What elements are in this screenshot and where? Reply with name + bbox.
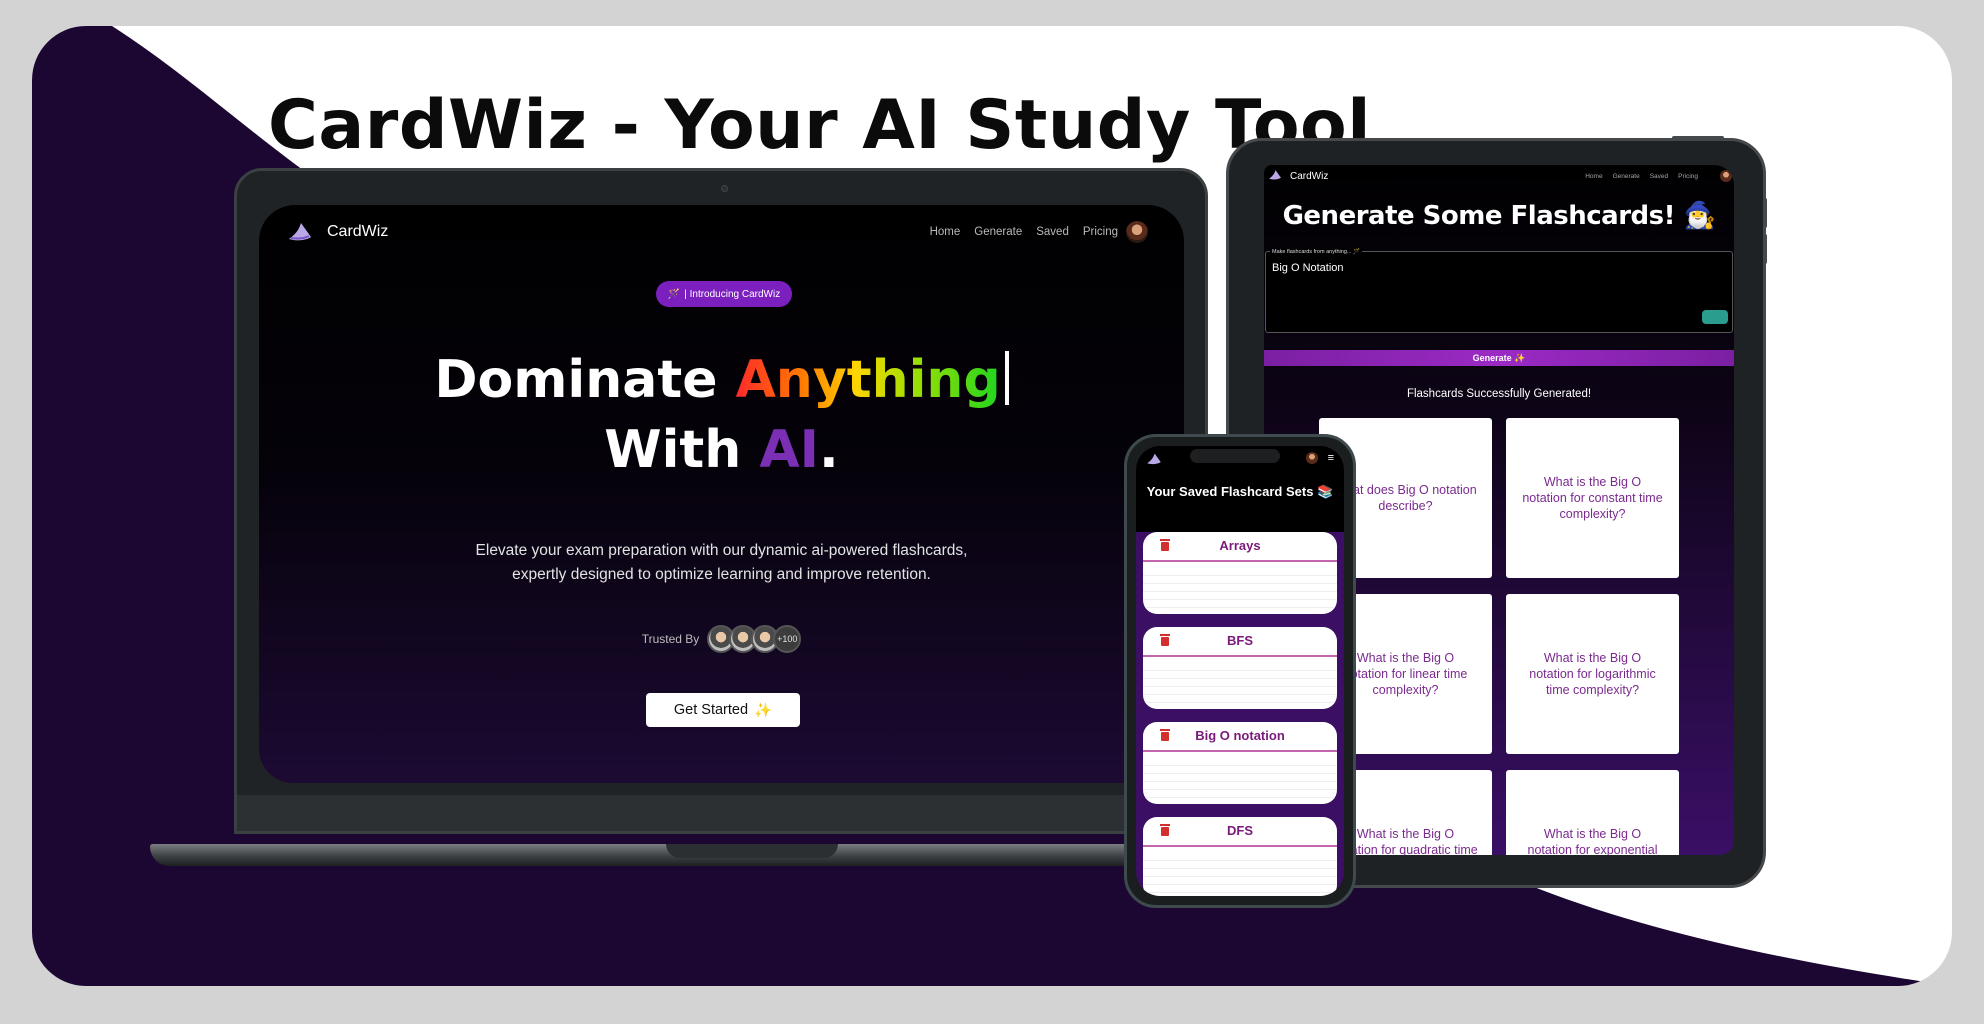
saved-set-title: Big O notation: [1195, 728, 1285, 743]
tablet-nav-links: Home Generate Saved Pricing: [1585, 173, 1698, 180]
trusted-avatars: +100: [707, 625, 802, 653]
flashcard[interactable]: What is the Big O notation for logarithm…: [1506, 594, 1679, 754]
page-title: CardWiz - Your AI Study Tool: [268, 86, 1372, 165]
nav-pricing-link[interactable]: Pricing: [1083, 226, 1118, 238]
saved-set-card[interactable]: Big O notation: [1143, 722, 1337, 804]
tablet-nav-generate[interactable]: Generate: [1613, 173, 1640, 180]
hero-line-1: Dominate Anything: [259, 345, 1184, 415]
hero-subtitle: Elevate your exam preparation with our d…: [259, 539, 1184, 587]
saved-set-card[interactable]: DFS: [1143, 817, 1337, 896]
generate-title: Generate Some Flashcards! 🧙‍♂️: [1282, 201, 1716, 231]
laptop-mockup: CardWiz Home Generate Saved Pricing 🪄 | …: [234, 168, 1208, 834]
saved-sets-list: Arrays BFS Big O notation DFS: [1143, 532, 1337, 896]
magic-wand-icon: 🪄: [667, 288, 681, 300]
lined-paper: [1143, 568, 1337, 608]
hero-word-dominate: Dominate: [434, 350, 736, 410]
success-message: Flashcards Successfully Generated!: [1406, 388, 1592, 400]
nav-links: Home Generate Saved Pricing: [930, 226, 1118, 238]
saved-sets-title: Your Saved Flashcard Sets 📚: [1146, 484, 1334, 499]
wizard-hat-logo-icon[interactable]: [287, 221, 313, 243]
navbar: CardWiz Home Generate Saved Pricing: [259, 205, 1184, 261]
saved-set-header: Arrays: [1143, 532, 1337, 562]
tablet-brand-name[interactable]: CardWiz: [1290, 171, 1328, 182]
laptop-bezel-bottom: [237, 795, 1205, 831]
nav-saved-link[interactable]: Saved: [1036, 226, 1069, 238]
hero-word-ai: AI: [759, 420, 819, 480]
flashcard[interactable]: What is the Big O notation for exponenti…: [1506, 770, 1679, 855]
topic-input-label: Make flashcards from anything... 🪄: [1270, 249, 1362, 255]
lined-paper: [1143, 663, 1337, 703]
saved-set-card[interactable]: BFS: [1143, 627, 1337, 709]
laptop-notch: [666, 844, 838, 858]
hero-word-anything: Anything: [735, 350, 1001, 410]
trusted-by-label: Trusted By: [641, 632, 700, 646]
wizard-hat-logo-icon[interactable]: [1268, 169, 1282, 181]
saved-set-title: DFS: [1227, 823, 1253, 838]
tablet-navbar: CardWiz Home Generate Saved Pricing: [1264, 165, 1734, 189]
get-started-button[interactable]: Get Started ✨: [646, 693, 800, 727]
subtitle-line-2: expertly designed to optimize learning a…: [512, 566, 931, 583]
phone-header: ≡ Your Saved Flashcard Sets 📚: [1136, 446, 1344, 532]
phone-user-avatar[interactable]: [1306, 452, 1318, 464]
saved-set-header: BFS: [1143, 627, 1337, 657]
saved-set-header: Big O notation: [1143, 722, 1337, 752]
grammarly-icon[interactable]: [1702, 310, 1728, 324]
brand-name[interactable]: CardWiz: [327, 223, 388, 241]
wizard-hat-logo-icon[interactable]: [1146, 452, 1162, 466]
trusted-by-row: Trusted By +100: [259, 625, 1184, 653]
sparkles-icon: ✨: [754, 702, 773, 719]
hero-heading: Dominate Anything With AI.: [259, 345, 1184, 485]
tablet-nav-home[interactable]: Home: [1585, 173, 1602, 180]
more-users-count: +100: [773, 625, 802, 653]
saved-set-card[interactable]: Arrays: [1143, 532, 1337, 614]
introducing-badge[interactable]: 🪄 | Introducing CardWiz: [656, 281, 792, 307]
flashcard[interactable]: What is the Big O notation for constant …: [1506, 418, 1679, 578]
hamburger-menu-icon[interactable]: ≡: [1328, 452, 1334, 464]
phone-screen: ≡ Your Saved Flashcard Sets 📚 Arrays BFS: [1136, 446, 1344, 896]
saved-set-header: DFS: [1143, 817, 1337, 847]
hero-period: .: [819, 420, 839, 480]
laptop-screen: CardWiz Home Generate Saved Pricing 🪄 | …: [259, 205, 1184, 783]
nav-generate-link[interactable]: Generate: [974, 226, 1022, 238]
hero-line-2: With AI.: [259, 415, 1184, 485]
tablet-nav-saved[interactable]: Saved: [1650, 173, 1668, 180]
lined-paper: [1143, 758, 1337, 798]
tablet-nav-pricing[interactable]: Pricing: [1678, 173, 1698, 180]
generate-button[interactable]: Generate ✨: [1264, 350, 1734, 366]
tablet-user-avatar[interactable]: [1720, 170, 1732, 182]
user-avatar[interactable]: [1126, 221, 1148, 243]
nav-home-link[interactable]: Home: [930, 226, 961, 238]
introducing-label: | Introducing CardWiz: [684, 288, 781, 300]
saved-set-title: Arrays: [1219, 538, 1261, 553]
saved-set-title: BFS: [1227, 633, 1253, 648]
subtitle-line-1: Elevate your exam preparation with our d…: [475, 542, 968, 559]
typing-cursor: [1004, 351, 1009, 405]
laptop-camera: [721, 185, 728, 192]
topic-input[interactable]: Make flashcards from anything... 🪄 Big O…: [1265, 249, 1733, 333]
dynamic-island: [1190, 449, 1280, 463]
lined-paper: [1143, 853, 1337, 893]
topic-input-value: Big O Notation: [1272, 262, 1344, 274]
phone-mockup: ≡ Your Saved Flashcard Sets 📚 Arrays BFS: [1124, 434, 1356, 908]
get-started-label: Get Started: [673, 702, 749, 718]
flashcard-grid: What does Big O notation describe? What …: [1319, 418, 1679, 855]
hero-word-with: With: [604, 420, 760, 480]
